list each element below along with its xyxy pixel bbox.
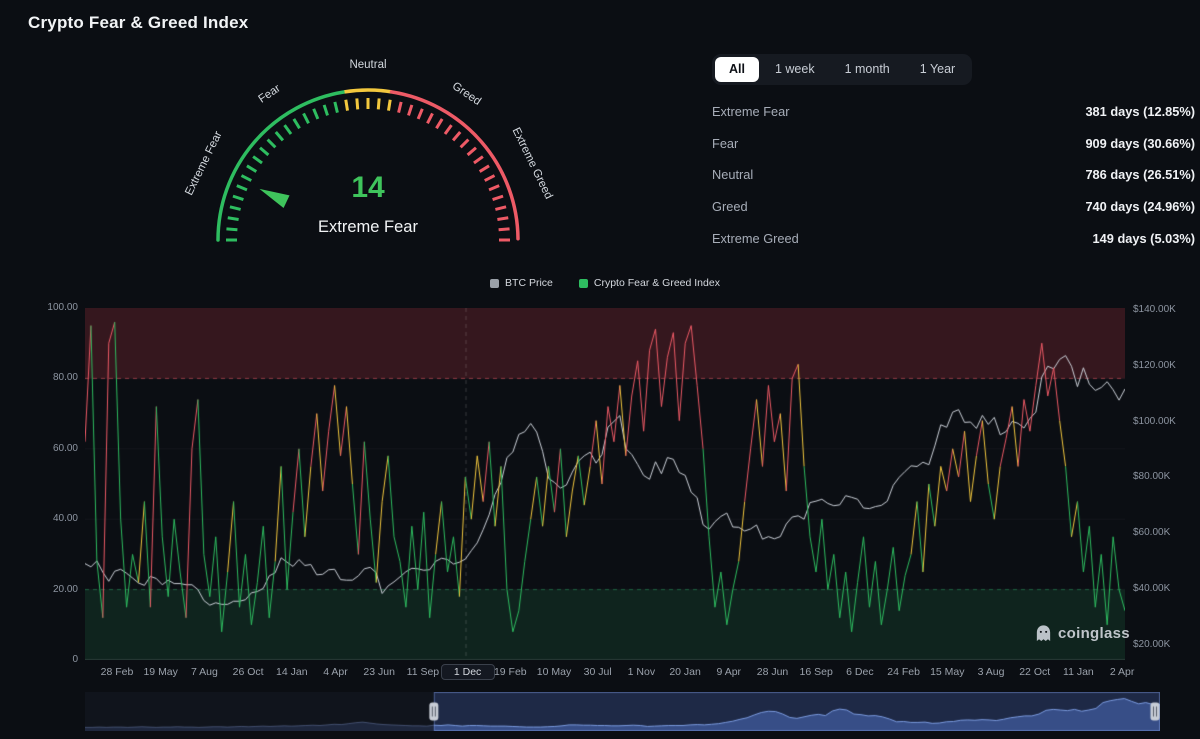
stat-label: Greed — [712, 199, 748, 215]
coinglass-ghost-icon — [1036, 625, 1051, 642]
gauge-tick — [252, 155, 263, 165]
gauge-arc-yellow — [344, 88, 392, 94]
stat-row-greed: Greed 740 days (24.96%) — [712, 191, 1195, 223]
gauge-scale-label-neutral: Neutral — [349, 59, 386, 71]
gauge-scale-label-fear: Fear — [256, 82, 282, 105]
stat-row-extreme-greed: Extreme Greed 149 days (5.03%) — [712, 222, 1195, 254]
gauge-tick — [266, 138, 277, 149]
range-navigator[interactable] — [85, 692, 1160, 731]
gauge-tick — [498, 227, 510, 232]
gauge-tick — [407, 104, 414, 116]
crypto-fear-greed-page: Crypto Fear & Greed Index Extreme Fear Fe… — [0, 0, 1200, 739]
gauge-scale-label-extreme-greed: Extreme Greed — [510, 126, 555, 201]
left-axis-tick: 100.00 — [47, 302, 78, 313]
gauge-scale-label-greed: Greed — [450, 80, 483, 108]
left-axis-tick: 40.00 — [52, 513, 78, 525]
right-axis-tick: $100.00K — [1133, 415, 1176, 427]
gauge-tick — [451, 131, 462, 142]
stats-panel: Extreme Fear 381 days (12.85%) Fear 909 day… — [712, 96, 1195, 254]
gauge-tick — [435, 118, 444, 130]
range-tab-1-year[interactable]: 1 Year — [906, 57, 969, 82]
gauge-tick — [240, 174, 252, 182]
gauge-tick — [495, 205, 507, 211]
gauge-tick — [229, 205, 241, 211]
legend-item-crypto-fear-greed-index[interactable]: Crypto Fear & Greed Index — [578, 277, 720, 289]
gauge-tick — [292, 118, 301, 130]
gauge-tick — [226, 227, 238, 232]
left-axis-tick: 80.00 — [52, 372, 78, 384]
right-axis-tick: $40.00K — [1133, 583, 1171, 594]
gauge-tick — [227, 216, 239, 221]
legend-label: BTC Price — [505, 277, 553, 289]
chart-legend: BTC Price Crypto Fear & Greed Index — [85, 277, 1125, 289]
gauge-tick — [333, 101, 339, 113]
legend-item-btc-price[interactable]: BTC Price — [490, 277, 553, 289]
gauge-tick — [397, 101, 403, 113]
gauge-tick — [387, 99, 392, 111]
gauge-tick — [355, 98, 360, 110]
stat-value: 909 days (30.66%) — [1085, 135, 1195, 151]
gauge-needle — [259, 188, 290, 209]
gauge-tick — [283, 124, 293, 135]
left-axis-tick: 0 — [72, 654, 78, 665]
fear-greed-gauge: Extreme Fear Fear Neutral Greed Extreme Gree… — [175, 40, 565, 270]
stat-value: 786 days (26.51%) — [1085, 167, 1195, 183]
stat-label: Extreme Fear — [712, 104, 790, 120]
gauge-classification: Extreme Fear — [318, 218, 418, 236]
right-axis-tick: $140.00K — [1133, 304, 1176, 315]
gauge-tick — [236, 184, 248, 192]
right-axis-tick: $60.00K — [1133, 527, 1171, 539]
gauge-tick — [259, 146, 270, 157]
stat-value: 381 days (12.85%) — [1085, 104, 1195, 120]
gauge-tick — [488, 184, 500, 192]
gauge-tick — [473, 155, 484, 165]
legend-swatch — [490, 278, 500, 288]
left-axis-tick: 60.00 — [52, 442, 78, 454]
gauge-tick — [302, 112, 310, 124]
right-axis-tick: $80.00K — [1133, 471, 1171, 483]
gauge-tick — [478, 164, 490, 173]
watermark-text: coinglass — [1058, 625, 1130, 642]
page-title: Crypto Fear & Greed Index — [28, 13, 249, 32]
gauge-svg: Extreme Fear Fear Neutral Greed Extreme Gree… — [183, 59, 555, 242]
range-tab-all[interactable]: All — [715, 57, 759, 82]
range-tabs: All 1 week 1 month 1 Year — [712, 54, 973, 85]
right-axis-tick: $20.00K — [1133, 638, 1171, 650]
range-tab-1-week[interactable]: 1 week — [761, 57, 829, 82]
stat-row-extreme-fear: Extreme Fear 381 days (12.85%) — [712, 96, 1195, 128]
gauge-tick — [232, 194, 244, 201]
gauge-scale-label-extreme-fear: Extreme Fear — [183, 129, 224, 197]
left-axis-tick: 20.00 — [52, 583, 78, 595]
range-tab-1-month[interactable]: 1 month — [831, 57, 904, 82]
stat-row-neutral: Neutral 786 days (26.51%) — [712, 159, 1195, 191]
x-axis-label: 2 Apr — [1109, 666, 1135, 678]
legend-swatch — [578, 278, 588, 288]
stat-row-fear: Fear 909 days (30.66%) — [712, 128, 1195, 160]
gauge-tick — [322, 104, 329, 116]
gauge-tick — [426, 112, 434, 124]
right-axis-tick: $120.00K — [1133, 359, 1176, 371]
stat-value: 149 days (5.03%) — [1092, 230, 1195, 246]
gauge-tick — [443, 124, 453, 135]
gauge-tick — [274, 131, 285, 142]
stat-label: Extreme Greed — [712, 230, 799, 246]
legend-label: Crypto Fear & Greed Index — [593, 277, 720, 289]
stat-value: 740 days (24.96%) — [1085, 199, 1195, 215]
stat-label: Neutral — [712, 167, 754, 183]
gauge-tick — [466, 146, 477, 157]
gauge-tick — [492, 194, 504, 201]
gauge-tick — [416, 108, 424, 120]
gauge-value: 14 — [351, 171, 385, 204]
fear-greed-btc-chart[interactable] — [85, 308, 1125, 660]
gauge-tick — [246, 164, 258, 173]
gauge-tick — [484, 174, 496, 182]
coinglass-watermark: coinglass — [1034, 624, 1130, 643]
gauge-tick — [312, 108, 320, 120]
gauge-tick — [497, 216, 509, 221]
gauge-tick — [459, 138, 470, 149]
gauge-tick — [344, 99, 349, 111]
gauge-tick — [376, 98, 381, 110]
stat-label: Fear — [712, 135, 739, 151]
